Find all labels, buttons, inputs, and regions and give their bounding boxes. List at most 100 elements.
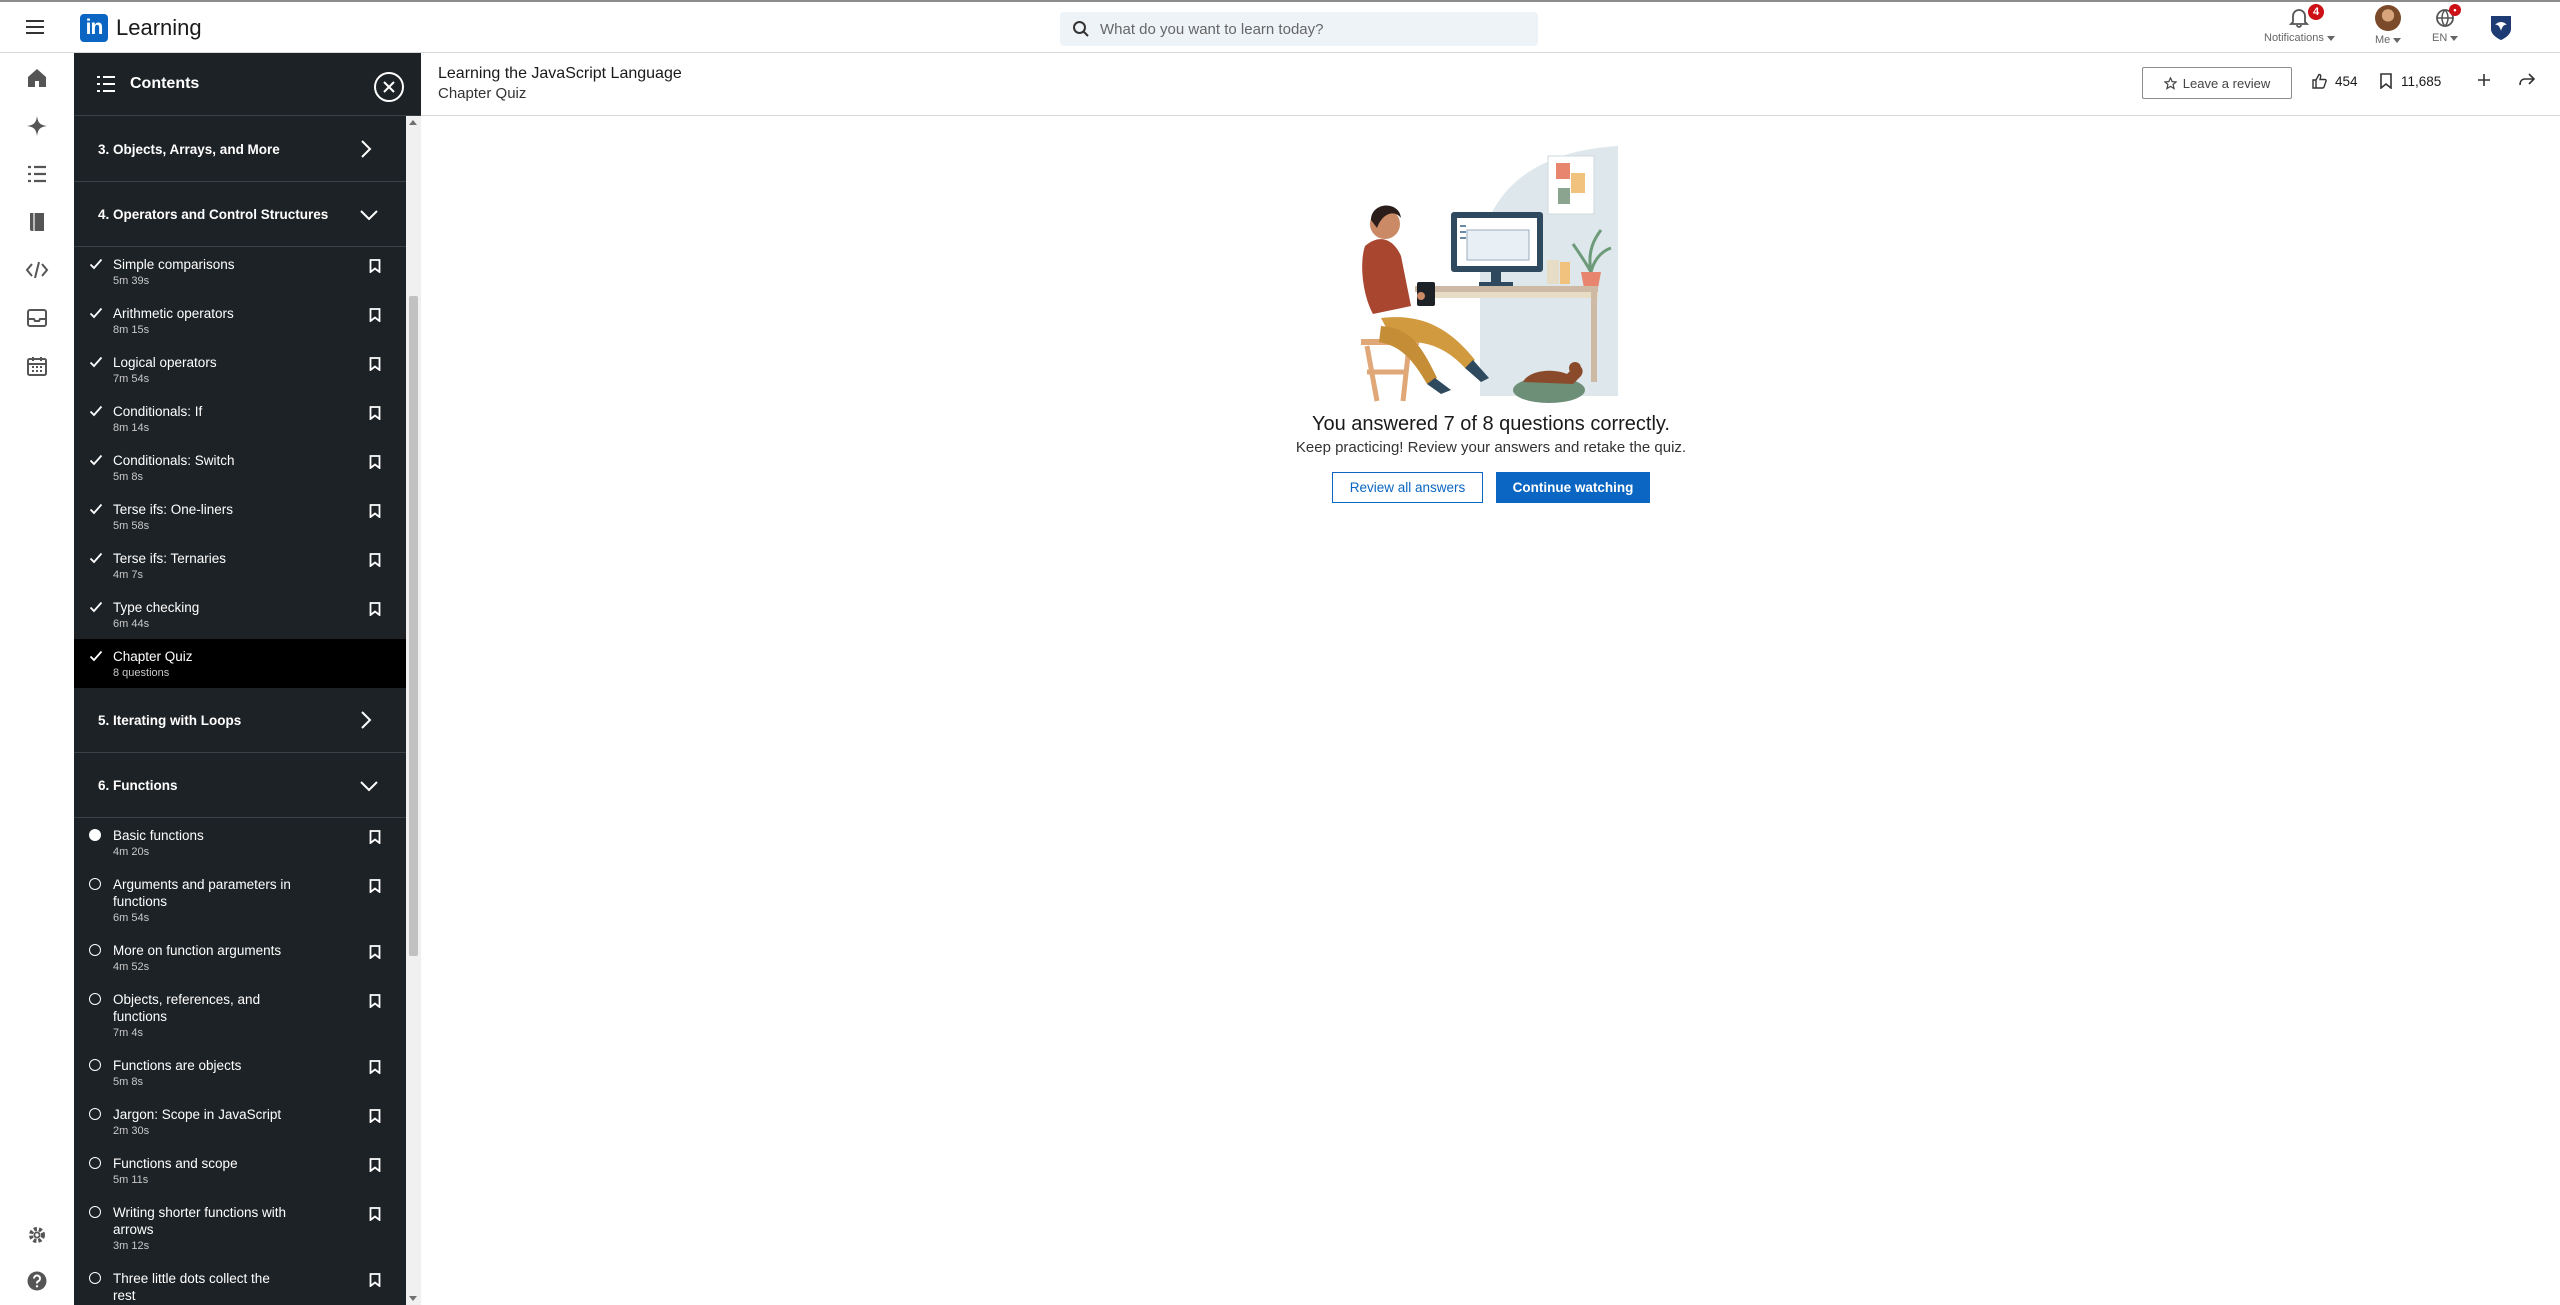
review-all-answers-button[interactable]: Review all answers xyxy=(1332,472,1483,503)
bookmark-icon[interactable] xyxy=(369,945,381,959)
help-icon[interactable] xyxy=(22,1266,52,1296)
checkmark-icon xyxy=(89,601,103,613)
scroll-thumb[interactable] xyxy=(409,296,418,956)
checkmark-icon xyxy=(89,356,103,368)
bookmark-icon[interactable] xyxy=(369,1158,381,1172)
menu-icon[interactable] xyxy=(24,16,54,40)
linkedin-logo-icon: in xyxy=(80,14,108,42)
lesson-item[interactable]: Arithmetic operators 8m 15s xyxy=(74,296,406,345)
scroll-up-arrow-icon[interactable] xyxy=(409,120,417,125)
chapter-title: 5. Iterating with Loops xyxy=(98,712,242,728)
lesson-item[interactable]: More on function arguments 4m 52s xyxy=(74,933,406,982)
chapter-header[interactable]: 3. Objects, Arrays, and More xyxy=(74,117,406,182)
empty-circle-icon xyxy=(89,1272,101,1284)
bookmark-icon xyxy=(2380,73,2392,89)
lesson-item[interactable]: Functions and scope 5m 11s xyxy=(74,1146,406,1195)
lesson-duration: 5m 58s xyxy=(113,520,150,532)
lesson-item[interactable]: Terse ifs: One-liners 5m 58s xyxy=(74,492,406,541)
lesson-duration: 4m 20s xyxy=(113,846,150,858)
inbox-icon[interactable] xyxy=(22,303,52,333)
list-icon[interactable] xyxy=(22,159,52,189)
chapter-header[interactable]: 6. Functions xyxy=(74,753,406,818)
add-icon[interactable] xyxy=(2476,72,2492,88)
bookmark-icon[interactable] xyxy=(369,602,381,616)
lesson-item[interactable]: Objects, references, and functions 7m 4s xyxy=(74,982,406,1048)
like-button[interactable]: 454 xyxy=(2311,73,2358,89)
me-menu[interactable]: Me xyxy=(2375,5,2402,46)
lesson-item[interactable]: Writing shorter functions with arrows 3m … xyxy=(74,1195,406,1261)
leave-review-button[interactable]: Leave a review xyxy=(2142,67,2292,99)
lesson-duration: 2m 30s xyxy=(113,1125,150,1137)
likes-count: 454 xyxy=(2335,73,2358,89)
calendar-icon[interactable] xyxy=(22,351,52,381)
lesson-title: Type checking xyxy=(113,600,200,615)
linkedin-learning-logo[interactable]: in Learning xyxy=(80,14,202,42)
continue-watching-button[interactable]: Continue watching xyxy=(1496,472,1650,503)
lesson-item[interactable]: Type checking 6m 44s xyxy=(74,590,406,639)
lesson-duration: 7m 54s xyxy=(113,373,150,385)
contents-title: Contents xyxy=(130,75,200,92)
quiz-illustration xyxy=(1355,146,1625,408)
brand-name: Learning xyxy=(116,15,202,40)
save-button[interactable]: 11,685 xyxy=(2379,73,2441,89)
bookmark-icon[interactable] xyxy=(369,259,381,273)
lesson-item[interactable]: Three little dots collect the rest xyxy=(74,1261,406,1305)
bookmark-icon[interactable] xyxy=(369,1207,381,1221)
bookmark-icon[interactable] xyxy=(369,308,381,322)
search-input[interactable] xyxy=(1100,20,1520,38)
lesson-duration: 8m 15s xyxy=(113,324,150,336)
thumbs-up-icon xyxy=(2312,73,2327,89)
notifications-menu[interactable]: 4 Notifications xyxy=(2264,4,2335,44)
bookmark-icon[interactable] xyxy=(369,1060,381,1074)
notifications-label: Notifications xyxy=(2264,32,2335,44)
lesson-item[interactable]: Simple comparisons 5m 39s xyxy=(74,247,406,296)
language-menu[interactable]: • EN xyxy=(2432,4,2461,44)
settings-icon[interactable] xyxy=(22,1220,52,1250)
me-label: Me xyxy=(2375,34,2401,46)
contents-header: Contents xyxy=(74,53,421,116)
lesson-item[interactable]: Logical operators 7m 54s xyxy=(74,345,406,394)
bookmark-icon[interactable] xyxy=(369,357,381,371)
scroll-down-arrow-icon[interactable] xyxy=(409,1296,417,1301)
lesson-item[interactable]: Terse ifs: Ternaries 4m 7s xyxy=(74,541,406,590)
lesson-duration: 4m 52s xyxy=(113,961,150,973)
lesson-title: Jargon: Scope in JavaScript xyxy=(113,1107,282,1122)
checkmark-icon xyxy=(89,307,103,319)
lesson-item[interactable]: Conditionals: Switch 5m 8s xyxy=(74,443,406,492)
contents-scrollbar[interactable] xyxy=(406,116,421,1305)
bookmark-icon[interactable] xyxy=(369,553,381,567)
bookmark-icon[interactable] xyxy=(369,455,381,469)
home-icon[interactable] xyxy=(22,63,52,93)
close-icon xyxy=(383,81,395,93)
chapter-header[interactable]: 5. Iterating with Loops xyxy=(74,688,406,753)
lesson-item[interactable]: Basic functions 4m 20s xyxy=(74,818,406,867)
lesson-item[interactable]: Jargon: Scope in JavaScript 2m 30s xyxy=(74,1097,406,1146)
checkmark-icon xyxy=(89,650,103,662)
notifications-badge: 4 xyxy=(2308,4,2324,20)
lesson-title: Arguments and parameters in functions xyxy=(113,877,291,909)
close-contents-button[interactable] xyxy=(374,72,404,102)
bookmark-icon[interactable] xyxy=(369,1109,381,1123)
lesson-item[interactable]: Conditionals: If 8m 14s xyxy=(74,394,406,443)
sparkle-icon[interactable] xyxy=(22,111,52,141)
search-bar[interactable] xyxy=(1060,12,1538,46)
course-title[interactable]: Learning the JavaScript Language xyxy=(438,65,682,83)
lesson-duration: 5m 39s xyxy=(113,275,150,287)
bookmark-icon[interactable] xyxy=(369,406,381,420)
lesson-item[interactable]: Functions are objects 5m 8s xyxy=(74,1048,406,1097)
lesson-item[interactable]: Chapter Quiz 8 questions xyxy=(74,639,406,688)
code-icon[interactable] xyxy=(22,255,52,285)
checkmark-icon xyxy=(89,552,103,564)
bookmark-icon[interactable] xyxy=(369,830,381,844)
lesson-item[interactable]: Arguments and parameters in functions 6m … xyxy=(74,867,406,933)
lesson-title: Writing shorter functions with arrows xyxy=(113,1205,287,1237)
bookmark-icon[interactable] xyxy=(369,994,381,1008)
share-icon[interactable] xyxy=(2518,72,2536,88)
bookmark-icon[interactable] xyxy=(369,1273,381,1287)
book-icon[interactable] xyxy=(22,207,52,237)
bookmark-icon[interactable] xyxy=(369,504,381,518)
bookmark-icon[interactable] xyxy=(369,879,381,893)
organization-logo-icon[interactable] xyxy=(2490,15,2512,41)
chevron-down-icon xyxy=(359,208,379,222)
chapter-header[interactable]: 4. Operators and Control Structures xyxy=(74,182,406,247)
